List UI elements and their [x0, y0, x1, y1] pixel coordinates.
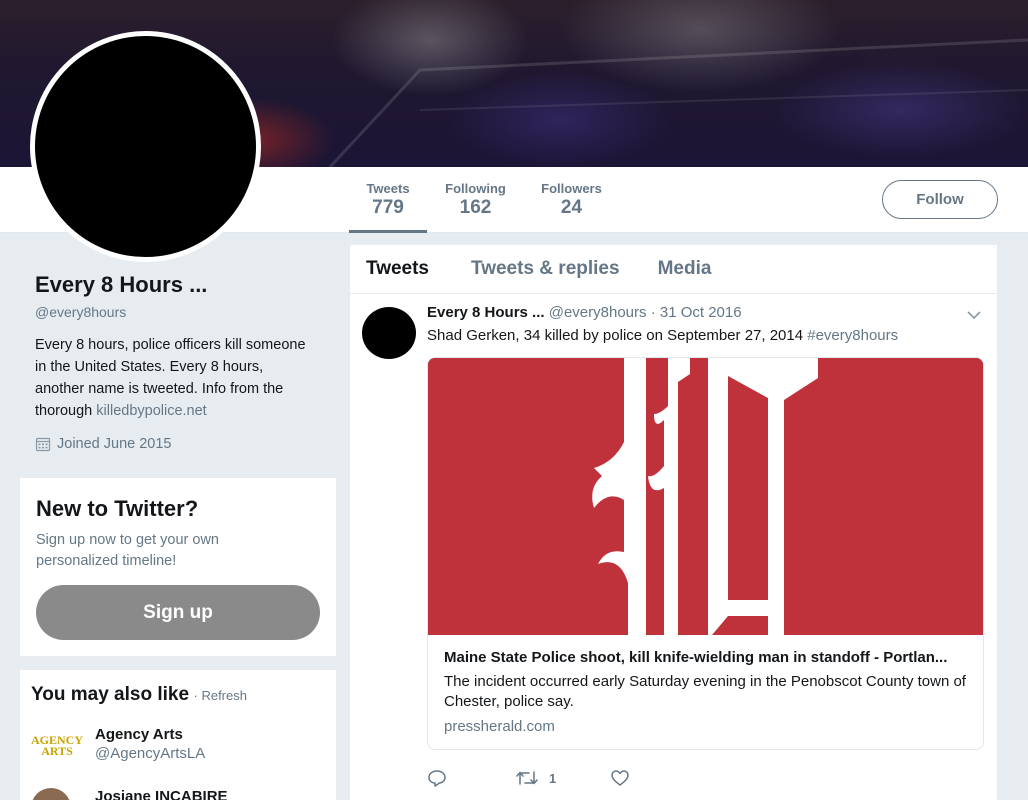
profile-name[interactable]: Every 8 Hours ...	[35, 272, 325, 298]
tweet-hashtag[interactable]: #every8hours	[807, 327, 898, 344]
profile-handle[interactable]: @every8hours	[35, 304, 325, 320]
tweet-avatar[interactable]	[362, 307, 416, 359]
stat-label: Tweets	[366, 181, 410, 196]
reply-icon	[428, 770, 446, 787]
wtf-title: You may also like	[31, 684, 190, 705]
retweet-icon	[516, 771, 538, 785]
suggestion-handle: @AgencyArtsLA	[95, 745, 206, 762]
tab-tweets[interactable]: Tweets	[366, 258, 429, 280]
tweet-header: Every 8 Hours ... @every8hours · 31 Oct …	[427, 304, 742, 321]
link-preview-body: Maine State Police shoot, kill knife-wie…	[428, 635, 983, 749]
profile-header-card: Every 8 Hours ... @every8hours Every 8 h…	[35, 272, 325, 452]
tweet-text: Shad Gerken, 34 killed by police on Sept…	[427, 327, 898, 344]
tweet-body: Shad Gerken, 34 killed by police on Sept…	[427, 327, 804, 344]
stat-label: Followers	[541, 181, 602, 196]
tweet-timestamp[interactable]: · 31 Oct 2016	[651, 304, 742, 321]
stat-tweets[interactable]: Tweets 779	[349, 167, 427, 233]
retweet-button[interactable]: 1	[515, 768, 556, 788]
reply-button[interactable]	[427, 768, 447, 788]
suggestion-name[interactable]: Agency Arts	[95, 726, 205, 743]
signup-card-title: New to Twitter?	[36, 496, 199, 521]
signup-card: New to Twitter? Sign up now to get your …	[20, 478, 336, 656]
tweet-author-name[interactable]: Every 8 Hours ...	[427, 304, 545, 321]
signup-card-text: Sign up now to get your own personalized…	[36, 532, 219, 569]
suggestion-avatar[interactable]: AGENCY ARTS	[31, 726, 83, 766]
press-herald-logo	[428, 358, 983, 635]
stat-label: Following	[445, 181, 506, 196]
stat-value: 162	[459, 197, 492, 218]
agency-arts-logo: AGENCY ARTS	[31, 733, 84, 758]
who-to-follow-card: You may also like · Refresh AGENCY ARTS …	[20, 670, 336, 800]
tweet-actions: 1	[427, 768, 630, 788]
link-preview-description: The incident occurred early Saturday eve…	[444, 673, 966, 710]
timeline-tabs: Tweets Tweets & replies Media	[350, 245, 997, 294]
suggestion-name[interactable]: Josiane INCABIRE	[95, 788, 228, 800]
tab-tweets-and-replies[interactable]: Tweets & replies	[471, 258, 620, 280]
stat-following[interactable]: Following 162	[438, 167, 513, 233]
avatar-image	[31, 788, 71, 800]
link-preview-domain: pressherald.com	[444, 718, 555, 735]
joined-text: Joined June 2015	[57, 436, 172, 452]
timeline: Tweets Tweets & replies Media Every 8 Ho…	[350, 245, 997, 800]
follow-button[interactable]: Follow	[882, 180, 998, 219]
stat-value: 779	[372, 197, 404, 218]
link-preview-title: Maine State Police shoot, kill knife-wie…	[444, 649, 948, 666]
calendar-icon	[35, 437, 51, 452]
suggestion-item[interactable]: AGENCY ARTS Agency Arts @AgencyArtsLA	[31, 726, 205, 766]
stat-followers[interactable]: Followers 24	[535, 167, 608, 233]
link-preview-image	[428, 358, 983, 635]
wtf-refresh-link[interactable]: · Refresh	[194, 688, 247, 703]
stat-value: 24	[560, 197, 583, 218]
bio-link[interactable]: killedbypolice.net	[96, 403, 206, 419]
chevron-down-icon[interactable]	[965, 308, 983, 322]
suggestion-avatar[interactable]	[31, 788, 83, 800]
profile-bio: Every 8 hours, police officers kill some…	[35, 334, 310, 422]
link-preview-card[interactable]: Maine State Police shoot, kill knife-wie…	[427, 357, 984, 750]
heart-icon	[611, 770, 629, 786]
signup-button[interactable]: Sign up	[36, 585, 320, 640]
profile-avatar[interactable]	[30, 31, 261, 262]
like-button[interactable]	[610, 768, 630, 788]
retweet-count: 1	[549, 770, 557, 786]
tab-media[interactable]: Media	[658, 258, 712, 280]
tweet-author-handle[interactable]: @every8hours	[549, 304, 647, 321]
profile-joined: Joined June 2015	[35, 436, 325, 452]
suggestion-item[interactable]: Josiane INCABIRE	[31, 788, 228, 800]
